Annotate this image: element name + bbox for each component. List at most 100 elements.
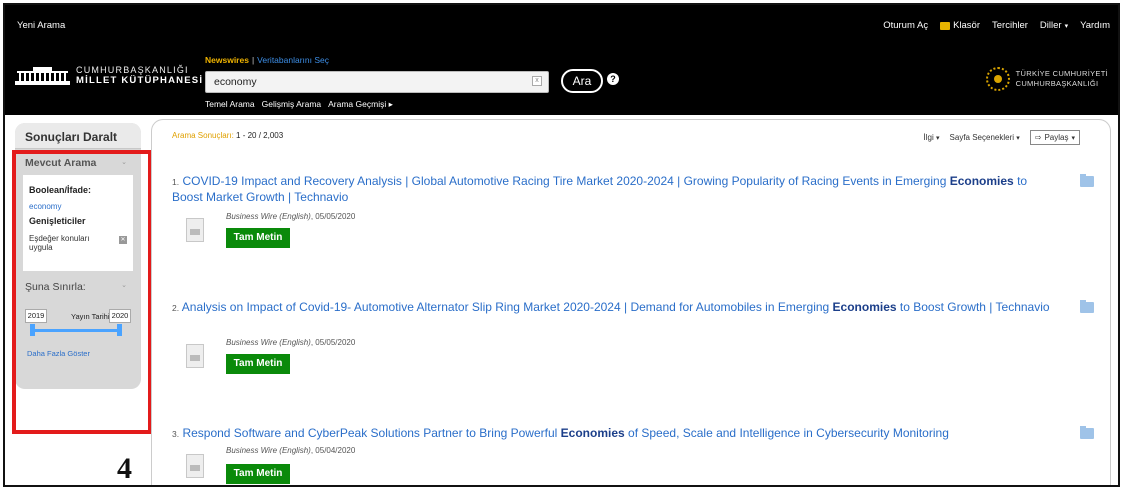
preferences-label: Tercihler [992, 20, 1028, 31]
result-number: 3. [172, 429, 180, 439]
result-item: 2. Analysis on Impact of Covid-19- Autom… [172, 300, 1094, 374]
search-input[interactable] [206, 72, 506, 92]
search-button[interactable]: Ara [561, 69, 603, 93]
result-item: 3. Respond Software and CyberPeak Soluti… [172, 426, 1094, 484]
presidency-seal-icon [985, 67, 1010, 91]
library-logo[interactable]: CUMHURBAŞKANLIĞI MİLLET KÜTÜPHANESİ [15, 65, 203, 86]
boolean-label: Boolean/İfade: [29, 185, 92, 195]
result-source: Business Wire (English), 05/05/2020 [226, 212, 355, 221]
languages-label: Diller [1039, 20, 1062, 31]
logo-line-1: CUMHURBAŞKANLIĞI [76, 65, 189, 75]
sidebar-title: Sonuçları Daralt [15, 123, 141, 149]
top-bar: Yeni Arama Oturum Aç Klasör Tercihler Di… [5, 5, 1118, 45]
collapse-limit-icon[interactable]: ⌄ [121, 281, 127, 289]
sign-in-label: Oturum Aç [883, 20, 929, 31]
clear-search-icon[interactable]: x [532, 76, 542, 86]
result-title-link[interactable]: 3. Respond Software and CyberPeak Soluti… [172, 426, 1052, 442]
expander-option: Eşdeğer konuları uygula [29, 234, 90, 252]
choose-databases-link[interactable]: Veritabanlarını Seç [257, 55, 329, 65]
collapse-current-search-icon[interactable]: ⌄ [121, 158, 127, 166]
year-to-input[interactable]: 2020 [109, 309, 131, 323]
result-source: Business Wire (English), 05/04/2020 [226, 446, 355, 455]
document-icon[interactable] [186, 454, 204, 478]
result-title-highlight: Economies [949, 174, 1014, 188]
header: CUMHURBAŞKANLIĞI MİLLET KÜTÜPHANESİ News… [5, 45, 1118, 115]
folder-icon [940, 21, 951, 30]
presidency-logo[interactable]: TÜRKİYE CUMHURİYETİ CUMHURBAŞKANLIĞI [985, 67, 1108, 91]
result-count-value: 1 - 20 / 2,003 [236, 131, 284, 140]
result-title-highlight: Economies [832, 300, 897, 314]
result-number: 2. [172, 303, 180, 313]
presidency-line-1: TÜRKİYE CUMHURİYETİ [1015, 69, 1108, 78]
current-search-heading[interactable]: Mevcut Arama [25, 157, 96, 169]
chevron-down-icon: ▾ [1064, 22, 1069, 30]
logo-line-2: MİLLET KÜTÜPHANESİ [76, 75, 204, 86]
page-options-menu[interactable]: Sayfa Seçenekleri ▾ [950, 133, 1020, 142]
help-icon[interactable]: ? [607, 73, 619, 85]
relevance-sort-menu[interactable]: İlgi ▾ [924, 133, 940, 142]
result-title-link[interactable]: 1. COVID-19 Impact and Recovery Analysis… [172, 174, 1052, 205]
relevance-label: İlgi [923, 133, 934, 142]
library-building-icon [15, 66, 70, 85]
year-from-input[interactable]: 2019 [25, 309, 47, 323]
presidency-line-2: CUMHURBAŞKANLIĞI [1015, 79, 1099, 88]
date-slider-track[interactable] [31, 329, 121, 332]
result-count: Arama Sonuçları: 1 - 20 / 2,003 [172, 131, 283, 140]
remove-expander-icon[interactable]: ✕ [119, 236, 127, 244]
result-item: 1. COVID-19 Impact and Recovery Analysis… [172, 174, 1094, 248]
folder-link[interactable]: Klasör [940, 20, 980, 31]
app-window: Yeni Arama Oturum Aç Klasör Tercihler Di… [3, 3, 1120, 487]
document-icon[interactable] [186, 218, 204, 242]
add-to-folder-icon[interactable] [1080, 426, 1094, 439]
chevron-down-icon: ▾ [1071, 134, 1075, 142]
sign-in-link[interactable]: Oturum Aç [883, 20, 928, 31]
result-title-part: of Speed, Scale and Intelligence in Cybe… [624, 426, 949, 440]
results-panel: Arama Sonuçları: 1 - 20 / 2,003 İlgi ▾ S… [151, 119, 1111, 485]
preferences-link[interactable]: Tercihler [992, 20, 1028, 31]
show-more-link[interactable]: Daha Fazla Göster [27, 349, 90, 358]
date-slider-start-handle[interactable] [30, 324, 35, 336]
source-line: Newswires | Veritabanlarını Seç [205, 55, 329, 65]
result-title-part: COVID-19 Impact and Recovery Analysis | … [182, 174, 950, 188]
full-text-button[interactable]: Tam Metin [226, 464, 290, 484]
document-icon[interactable] [186, 344, 204, 368]
source-separator: | [251, 55, 255, 65]
current-search-box: Boolean/İfade: economy Genişleticiler Eş… [23, 175, 133, 271]
help-label: Yardım [1080, 20, 1110, 31]
result-date: , 05/04/2020 [310, 446, 356, 455]
result-title-part: to Boost Growth | Technavio [896, 300, 1050, 314]
result-source: Business Wire (English), 05/05/2020 [226, 338, 355, 347]
chevron-down-icon: ▾ [936, 135, 940, 142]
top-nav: Oturum Aç Klasör Tercihler Diller ▾ Yardı… [883, 20, 1110, 31]
page-options-label: Sayfa Seçenekleri [949, 133, 1015, 142]
annotation-number: 4 [117, 452, 132, 485]
result-date: , 05/05/2020 [310, 212, 356, 221]
publication-date-label: Yayın Tarihi [71, 312, 110, 321]
full-text-button[interactable]: Tam Metin [226, 228, 290, 248]
share-button[interactable]: ⇨ Paylaş ▾ [1029, 130, 1080, 145]
presidency-logo-text: TÜRKİYE CUMHURİYETİ CUMHURBAŞKANLIĞI [1016, 69, 1108, 89]
add-to-folder-icon[interactable] [1080, 174, 1094, 187]
search-mode-links: Temel Arama Gelişmiş Arama Arama Geçmişi… [205, 99, 393, 110]
results-toolbar: İlgi ▾ Sayfa Seçenekleri ▾ ⇨ Paylaş ▾ [924, 130, 1080, 145]
result-title-link[interactable]: 2. Analysis on Impact of Covid-19- Autom… [172, 300, 1052, 316]
result-title-highlight: Economies [560, 426, 625, 440]
search-history-link[interactable]: Arama Geçmişi ▸ [328, 99, 393, 110]
new-search-link[interactable]: Yeni Arama [17, 20, 65, 31]
result-number: 1. [172, 177, 180, 187]
result-source-name: Business Wire (English) [226, 446, 311, 455]
date-slider-end-handle[interactable] [117, 324, 122, 336]
result-title-part: Analysis on Impact of Covid-19- Automoti… [181, 300, 833, 314]
basic-search-link[interactable]: Temel Arama [205, 99, 255, 110]
folder-label: Klasör [953, 20, 981, 31]
chevron-down-icon: ▾ [1016, 135, 1020, 142]
help-link[interactable]: Yardım [1080, 20, 1110, 31]
share-icon: ⇨ [1034, 133, 1042, 142]
boolean-value-link[interactable]: economy [29, 202, 61, 211]
advanced-search-link[interactable]: Gelişmiş Arama [262, 99, 322, 110]
limit-to-heading[interactable]: Şuna Sınırla: [25, 281, 86, 293]
full-text-button[interactable]: Tam Metin [226, 354, 290, 374]
add-to-folder-icon[interactable] [1080, 300, 1094, 313]
source-label: Newswires [205, 55, 249, 65]
languages-menu[interactable]: Diller ▾ [1040, 20, 1068, 31]
